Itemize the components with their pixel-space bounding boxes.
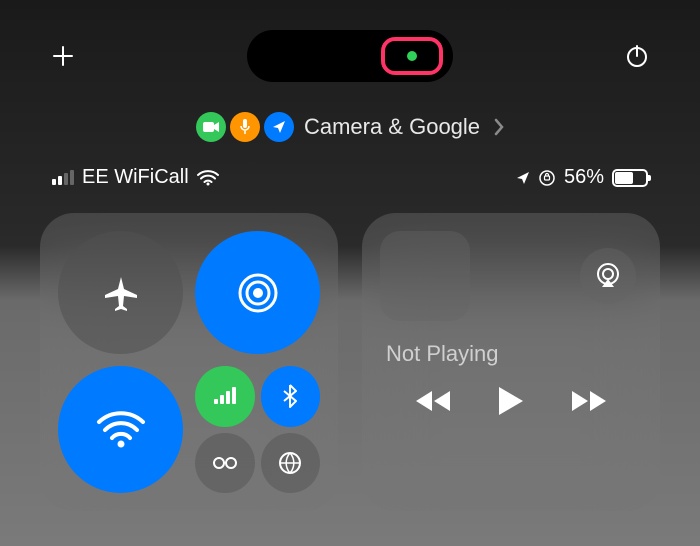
personal-hotspot-button[interactable] bbox=[195, 433, 255, 494]
privacy-label: Camera & Google bbox=[304, 114, 480, 140]
microphone-icon bbox=[230, 112, 260, 142]
battery-icon bbox=[612, 169, 648, 187]
top-bar bbox=[0, 0, 700, 92]
status-left: EE WiFiCall bbox=[52, 166, 219, 189]
privacy-indicator-highlight bbox=[381, 37, 443, 75]
carrier-label: EE WiFiCall bbox=[82, 166, 189, 189]
location-icon bbox=[264, 112, 294, 142]
airplane-mode-button[interactable] bbox=[58, 231, 183, 354]
cellular-signal-icon bbox=[52, 170, 74, 185]
rotation-lock-icon bbox=[538, 169, 556, 187]
cellular-data-button[interactable] bbox=[195, 366, 255, 427]
airplay-button[interactable] bbox=[580, 248, 636, 304]
play-button[interactable] bbox=[497, 385, 525, 417]
media-artwork bbox=[380, 231, 470, 321]
media-tile[interactable]: Not Playing bbox=[362, 213, 660, 511]
location-status-icon bbox=[516, 171, 530, 185]
forward-button[interactable] bbox=[570, 389, 608, 413]
dynamic-island[interactable] bbox=[247, 30, 453, 82]
privacy-indicator-row[interactable]: Camera & Google bbox=[0, 112, 700, 142]
status-bar: EE WiFiCall 56% bbox=[0, 142, 700, 197]
status-right: 56% bbox=[516, 166, 648, 189]
media-controls bbox=[380, 385, 642, 417]
vpn-button[interactable] bbox=[261, 433, 321, 494]
rewind-button[interactable] bbox=[414, 389, 452, 413]
privacy-icons bbox=[196, 112, 294, 142]
add-button[interactable] bbox=[45, 38, 81, 74]
wifi-button[interactable] bbox=[58, 366, 183, 493]
wifi-icon bbox=[197, 170, 219, 186]
airdrop-button[interactable] bbox=[195, 231, 320, 354]
bluetooth-button[interactable] bbox=[261, 366, 321, 427]
chevron-right-icon bbox=[494, 118, 504, 136]
power-button[interactable] bbox=[619, 38, 655, 74]
connectivity-tile[interactable] bbox=[40, 213, 338, 511]
battery-percent: 56% bbox=[564, 166, 604, 189]
media-status-label: Not Playing bbox=[386, 341, 642, 367]
tiles-row: Not Playing bbox=[0, 197, 700, 527]
camera-active-dot-icon bbox=[407, 51, 417, 61]
connectivity-mini-grid bbox=[195, 366, 320, 493]
camera-icon bbox=[196, 112, 226, 142]
